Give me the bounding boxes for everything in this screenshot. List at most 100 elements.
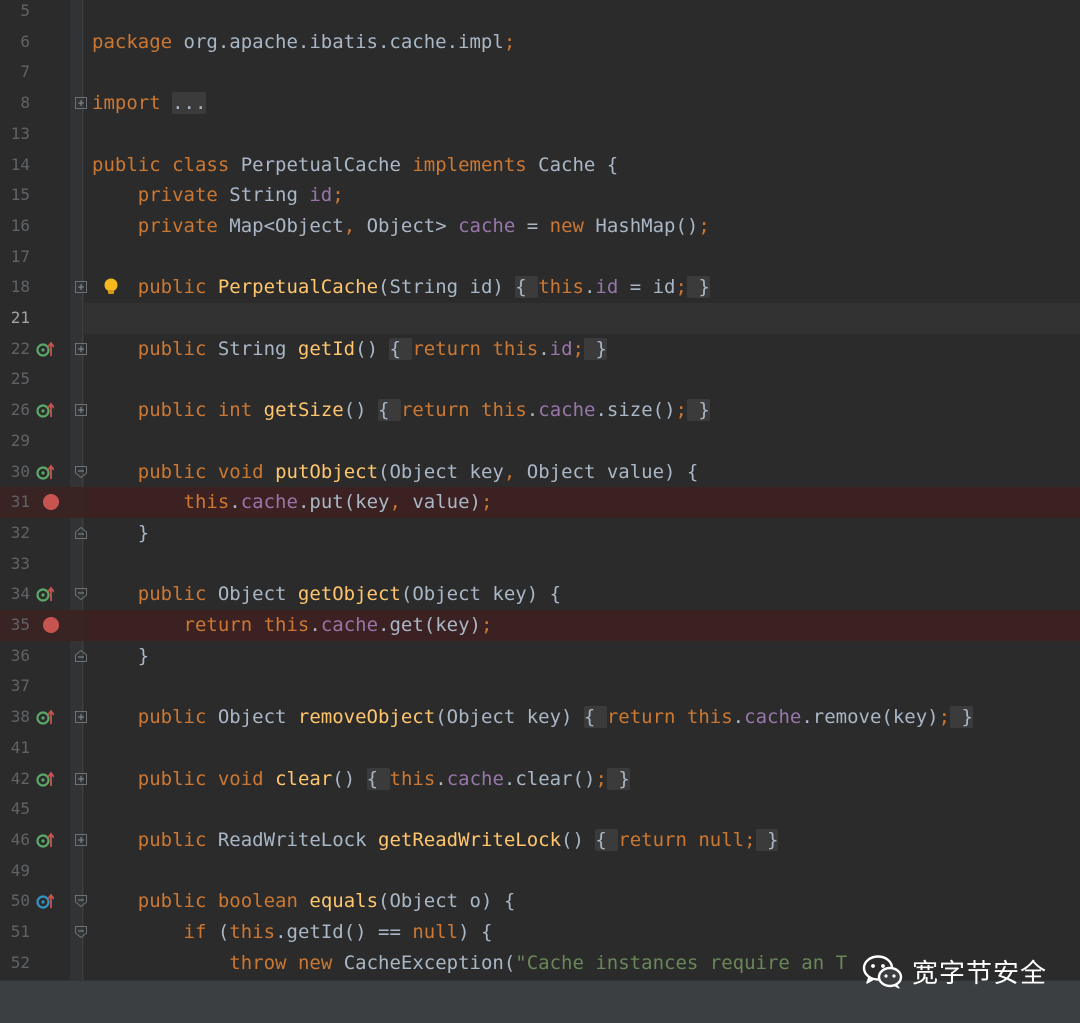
code-text[interactable]: public Object getObject(Object key) { [92, 579, 561, 610]
line-number[interactable]: 42 [0, 764, 30, 795]
line-number[interactable]: 25 [0, 364, 30, 395]
code-line[interactable]: 7 [0, 57, 1080, 88]
code-line[interactable]: 46 public ReadWriteLock getReadWriteLock… [0, 825, 1080, 856]
code-line[interactable]: 41 [0, 733, 1080, 764]
line-number[interactable]: 34 [0, 579, 30, 610]
line-number[interactable]: 18 [0, 272, 30, 303]
code-line[interactable]: 8 import ... [0, 88, 1080, 119]
code-line[interactable]: 15 private String id; [0, 180, 1080, 211]
line-number[interactable]: 8 [0, 88, 30, 119]
code-line[interactable]: 32 } [0, 518, 1080, 549]
code-line[interactable]: 37 [0, 671, 1080, 702]
breakpoint-icon[interactable] [36, 617, 66, 633]
code-line[interactable]: 18 public PerpetualCache(String id) { th… [0, 272, 1080, 303]
code-line[interactable]: 36 } [0, 641, 1080, 672]
line-number[interactable]: 22 [0, 334, 30, 365]
code-line-breakpoint[interactable]: 35 return this.cache.get(key); [0, 610, 1080, 641]
fold-collapse-icon[interactable] [75, 895, 87, 908]
line-number[interactable]: 52 [0, 948, 30, 979]
code-line[interactable]: 34 public Object getObject(Object key) { [0, 579, 1080, 610]
code-text[interactable]: throw new CacheException("Cache instance… [92, 948, 847, 979]
fold-end-icon[interactable] [75, 649, 87, 662]
code-text[interactable]: package org.apache.ibatis.cache.impl; [92, 27, 515, 58]
override-method-icon[interactable] [36, 464, 54, 480]
code-text[interactable]: public ReadWriteLock getReadWriteLock() … [92, 825, 779, 856]
line-number[interactable]: 36 [0, 641, 30, 672]
code-line[interactable]: 50 public boolean equals(Object o) { [0, 886, 1080, 917]
line-number[interactable]: 15 [0, 180, 30, 211]
code-text[interactable]: public void clear() { this.cache.clear()… [92, 764, 630, 795]
override-method-icon[interactable] [36, 586, 54, 602]
line-number[interactable]: 46 [0, 825, 30, 856]
fold-expand-icon[interactable] [75, 711, 87, 724]
line-number[interactable]: 37 [0, 671, 30, 702]
line-number[interactable]: 16 [0, 211, 30, 242]
fold-collapse-icon[interactable] [75, 588, 87, 601]
code-text[interactable]: if (this.getId() == null) { [92, 917, 493, 948]
code-line[interactable]: 45 [0, 794, 1080, 825]
fold-expand-icon[interactable] [75, 342, 87, 355]
code-line[interactable]: 38 public Object removeObject(Object key… [0, 702, 1080, 733]
line-number[interactable]: 38 [0, 702, 30, 733]
code-line[interactable]: 14 public class PerpetualCache implements… [0, 150, 1080, 181]
code-line[interactable]: 22 public String getId() { return this.i… [0, 334, 1080, 365]
line-number[interactable]: 50 [0, 886, 30, 917]
fold-expand-icon[interactable] [75, 404, 87, 417]
code-line[interactable]: 16 private Map<Object, Object> cache = n… [0, 211, 1080, 242]
line-number[interactable]: 5 [0, 0, 30, 27]
override-method-icon[interactable] [36, 402, 54, 418]
code-text[interactable]: } [92, 641, 149, 672]
code-line[interactable]: 42 public void clear() { this.cache.clea… [0, 764, 1080, 795]
line-number[interactable]: 51 [0, 917, 30, 948]
line-number[interactable]: 29 [0, 426, 30, 457]
code-text[interactable]: public boolean equals(Object o) { [92, 886, 516, 917]
line-number[interactable]: 17 [0, 242, 30, 273]
code-text[interactable]: return this.cache.get(key); [92, 610, 493, 641]
code-text[interactable]: public Object removeObject(Object key) {… [92, 702, 973, 733]
code-text[interactable]: public void putObject(Object key, Object… [92, 457, 699, 488]
code-text[interactable]: private String id; [92, 180, 344, 211]
fold-expand-icon[interactable] [75, 97, 87, 110]
code-text[interactable]: public String getId() { return this.id; … [92, 334, 607, 365]
breakpoint-icon[interactable] [36, 494, 66, 511]
fold-collapse-icon[interactable] [75, 926, 87, 938]
code-text[interactable]: private Map<Object, Object> cache = new … [92, 211, 710, 242]
fold-expand-icon[interactable] [75, 281, 87, 294]
code-text[interactable]: public class PerpetualCache implements C… [92, 150, 618, 181]
code-line[interactable]: 26 public int getSize() { return this.ca… [0, 395, 1080, 426]
line-number[interactable]: 32 [0, 518, 30, 549]
line-number[interactable]: 49 [0, 856, 30, 887]
code-text[interactable]: public int getSize() { return this.cache… [92, 395, 710, 426]
code-line[interactable]: 17 [0, 242, 1080, 273]
code-text[interactable]: public PerpetualCache(String id) { this.… [92, 272, 710, 303]
code-text[interactable]: } [92, 518, 149, 549]
line-number[interactable]: 33 [0, 549, 30, 580]
code-line[interactable]: 49 [0, 856, 1080, 887]
line-number[interactable]: 45 [0, 794, 30, 825]
code-line[interactable]: 13 [0, 119, 1080, 150]
line-number[interactable]: 41 [0, 733, 30, 764]
fold-expand-icon[interactable] [75, 833, 87, 846]
line-number[interactable]: 21 [0, 303, 30, 334]
override-method-icon[interactable] [36, 341, 54, 357]
override-method-icon[interactable] [36, 832, 54, 848]
line-number[interactable]: 31 [0, 487, 30, 518]
code-line[interactable]: 6 package org.apache.ibatis.cache.impl; [0, 27, 1080, 58]
code-line[interactable]: 51 if (this.getId() == null) { [0, 917, 1080, 948]
override-method-icon[interactable] [36, 771, 54, 787]
line-number[interactable]: 14 [0, 150, 30, 181]
code-line[interactable]: 30 public void putObject(Object key, Obj… [0, 457, 1080, 488]
line-number[interactable]: 26 [0, 395, 30, 426]
line-number[interactable]: 30 [0, 457, 30, 488]
code-text[interactable]: this.cache.put(key, value); [92, 487, 493, 518]
override-method-icon[interactable] [36, 709, 54, 725]
code-line-breakpoint[interactable]: 31 this.cache.put(key, value); [0, 487, 1080, 518]
code-line[interactable]: 33 [0, 549, 1080, 580]
line-number[interactable]: 7 [0, 57, 30, 88]
code-line[interactable]: 25 [0, 364, 1080, 395]
implements-method-icon[interactable] [36, 893, 54, 909]
fold-collapse-icon[interactable] [75, 465, 87, 478]
fold-end-icon[interactable] [75, 526, 87, 539]
fold-expand-icon[interactable] [75, 772, 87, 785]
code-line[interactable]: 21 [0, 303, 1080, 334]
